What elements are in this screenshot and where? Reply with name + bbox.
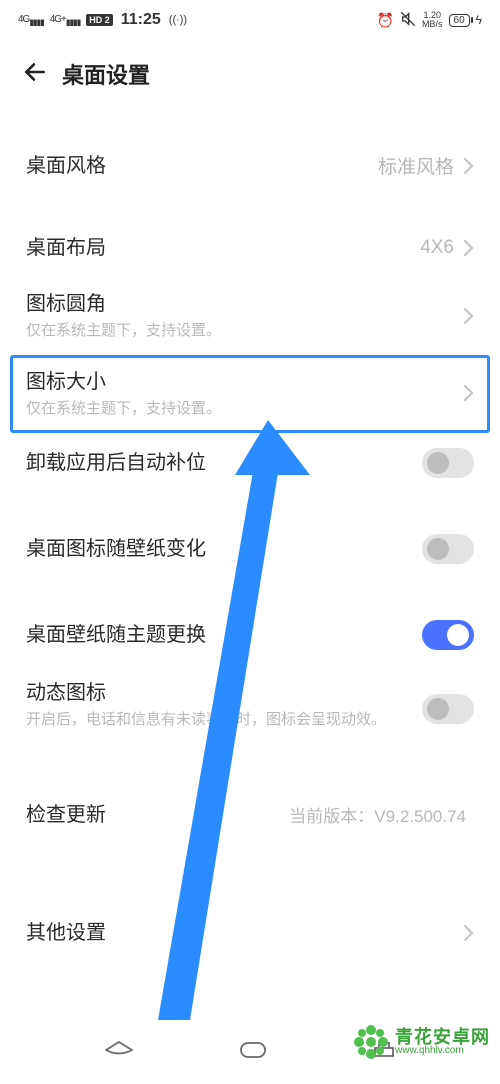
clock: 11:25 xyxy=(121,11,161,29)
status-left: 4G▮▮▮▮ 4G+▮▮▮▮ HD 2 11:25 ((·)) xyxy=(18,11,187,29)
item-check-update[interactable]: 检查更新 当前版本：V9.2.500.74 xyxy=(0,786,500,844)
chevron-right-icon xyxy=(462,157,474,175)
chevron-right-icon xyxy=(462,307,474,325)
item-dynamic-icon: 动态图标 开启后，电话和信息有未读事件时，图标会呈现动效。 xyxy=(0,666,500,744)
watermark-title: 青花安卓网 xyxy=(395,1028,490,1046)
item-title: 动态图标 xyxy=(26,680,422,706)
hd-badge: HD 2 xyxy=(86,14,113,26)
item-icon-size-container: 图标大小 仅在系统主题下，支持设置。 xyxy=(0,355,500,433)
net-speed: 1.20 MB/s xyxy=(422,11,443,29)
item-title: 桌面布局 xyxy=(26,235,420,261)
page-title: 桌面设置 xyxy=(62,58,150,90)
item-value: 标准风格 xyxy=(378,152,454,179)
toggle-auto-fill[interactable] xyxy=(422,448,474,478)
chevron-right-icon xyxy=(462,384,474,402)
item-title: 桌面图标随壁纸变化 xyxy=(26,536,422,562)
charging-icon: ϟ xyxy=(476,13,482,27)
item-other-settings[interactable]: 其他设置 xyxy=(0,904,500,962)
item-icon-size[interactable]: 图标大小 仅在系统主题下，支持设置。 xyxy=(0,355,500,433)
item-desktop-style[interactable]: 桌面风格 标准风格 xyxy=(0,136,500,195)
item-subtitle: 仅在系统主题下，支持设置。 xyxy=(26,321,462,341)
item-title: 检查更新 xyxy=(26,802,289,828)
item-auto-fill: 卸载应用后自动补位 xyxy=(0,432,500,494)
item-icon-corner[interactable]: 图标圆角 仅在系统主题下，支持设置。 xyxy=(0,277,500,355)
item-value: 4X6 xyxy=(420,237,454,259)
item-title: 桌面壁纸随主题更换 xyxy=(26,622,422,648)
item-title: 图标圆角 xyxy=(26,291,462,317)
item-desktop-layout[interactable]: 桌面布局 4X6 xyxy=(0,219,500,277)
status-bar: 4G▮▮▮▮ 4G+▮▮▮▮ HD 2 11:25 ((·)) ⏰ 1.20 M… xyxy=(0,0,500,40)
hotspot-icon: ((·)) xyxy=(169,14,187,26)
watermark: 青花安卓网 www.qhhlv.com xyxy=(351,1022,490,1062)
battery-icon: 60 xyxy=(449,14,470,27)
toggle-icon-wallpaper[interactable] xyxy=(422,534,474,564)
chevron-right-icon xyxy=(462,239,474,257)
toggle-dynamic-icon[interactable] xyxy=(422,694,474,724)
nav-home-icon[interactable] xyxy=(238,1040,268,1065)
nav-back-icon[interactable] xyxy=(102,1039,136,1066)
back-button[interactable] xyxy=(22,59,48,89)
toggle-wallpaper-theme[interactable] xyxy=(422,620,474,650)
mute-icon xyxy=(400,11,416,30)
item-title: 卸载应用后自动补位 xyxy=(26,450,422,476)
alarm-icon: ⏰ xyxy=(377,12,394,29)
page-header: 桌面设置 xyxy=(0,40,500,100)
signal-1: 4G▮▮▮▮ xyxy=(18,14,44,27)
item-value: 当前版本：V9.2.500.74 xyxy=(289,802,466,827)
item-subtitle: 开启后，电话和信息有未读事件时，图标会呈现动效。 xyxy=(26,710,422,730)
item-wallpaper-theme: 桌面壁纸随主题更换 xyxy=(0,604,500,666)
item-icon-wallpaper: 桌面图标随壁纸变化 xyxy=(0,518,500,580)
status-right: ⏰ 1.20 MB/s 60 ϟ xyxy=(377,11,482,30)
item-title: 图标大小 xyxy=(26,369,462,395)
watermark-logo-icon xyxy=(351,1022,391,1062)
chevron-right-icon xyxy=(462,924,474,942)
signal-2: 4G+▮▮▮▮ xyxy=(50,14,81,27)
watermark-url: www.qhhlv.com xyxy=(395,1046,490,1056)
item-title: 其他设置 xyxy=(26,920,462,946)
item-subtitle: 仅在系统主题下，支持设置。 xyxy=(26,399,462,419)
item-title: 桌面风格 xyxy=(26,153,378,179)
